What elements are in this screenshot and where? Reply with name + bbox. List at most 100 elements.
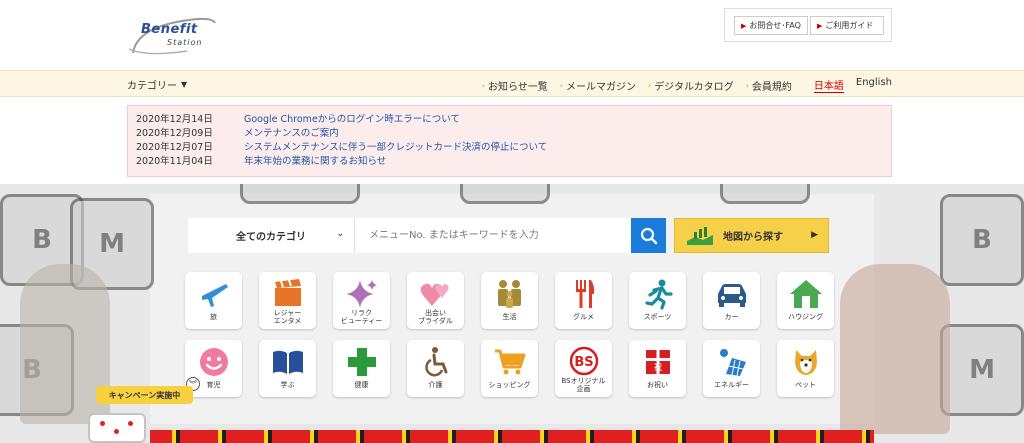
guide-label: ご利用ガイド [825, 21, 874, 30]
triangle-right-icon: ▶ [741, 21, 747, 30]
news-date: 2020年12月09日 [136, 128, 213, 139]
category-menu-toggle[interactable]: カテゴリー ▼ [127, 77, 187, 92]
category-tile-gourmet[interactable]: グルメ [555, 272, 612, 329]
house-icon [789, 280, 822, 308]
category-tile-health[interactable]: 健康 [333, 340, 390, 397]
category-tile-bs-original[interactable]: BS BSオリジナル 企画 [555, 340, 612, 397]
category-label: BSオリジナル 企画 [561, 377, 606, 393]
category-tile-pet[interactable]: ペット [777, 340, 834, 397]
news-date: 2020年11月04日 [136, 156, 213, 167]
faq-button[interactable]: ▶ お問合せ･FAQ [734, 16, 808, 35]
logo-text-station: Station [167, 38, 203, 47]
category-tile-relax-beauty[interactable]: リラク ビューティー [333, 272, 390, 329]
guide-button[interactable]: ▶ ご利用ガイド [810, 16, 884, 35]
news-title-link[interactable]: システムメンテナンスに伴う一部クレジットカード決済の停止について [244, 141, 547, 155]
book-icon [272, 350, 303, 374]
nav-link-catalog[interactable]: › デジタルカタログ [648, 77, 734, 93]
dice-graphic [88, 413, 146, 443]
campaign-label: キャンペーン実施中 [108, 390, 181, 400]
news-title-link[interactable]: メンテナンスのご案内 [244, 127, 339, 141]
smiley-icon [199, 348, 228, 376]
news-title-link[interactable]: Google Chromeからのログイン時エラーについて [244, 113, 460, 127]
dice-dot [128, 421, 133, 426]
category-label: 生活 [502, 313, 517, 321]
category-tile-leisure[interactable]: レジャー エンタメ [259, 272, 316, 329]
category-label: 出会い ブライダル [418, 309, 453, 325]
category-label: 介護 [428, 381, 443, 389]
category-tile-life[interactable]: 生活 [481, 272, 538, 329]
nav-link-label: お知らせ一覧 [487, 81, 548, 93]
dice-dot [100, 421, 105, 426]
lang-japanese-link[interactable]: 日本語 [813, 77, 844, 93]
category-tile-bridal[interactable]: 出会い ブライダル [407, 272, 464, 329]
solar-panel-icon [719, 349, 746, 376]
category-tile-housing[interactable]: ハウジング [777, 272, 834, 329]
nav-links: › お知らせ一覧 › メールマガジン › デジタルカタログ › 会員規約 日本語… [482, 77, 892, 93]
campaign-tab[interactable]: キャンペーン実施中 [96, 386, 193, 404]
search-button[interactable] [631, 218, 666, 253]
chevron-right-icon: › [745, 80, 749, 90]
wheelchair-icon [424, 347, 447, 377]
category-label: ハウジング [788, 313, 823, 321]
search-input[interactable] [355, 218, 631, 253]
search-bar: 全てのカテゴリ ⌄ [188, 218, 666, 253]
bom-logo-graphic: B [940, 194, 1024, 286]
cross-icon [347, 348, 376, 376]
news-item: 2020年12月14日 Google Chromeからのログイン時エラーについて [136, 113, 883, 127]
news-title-link[interactable]: 年末年始の業務に関するお知らせ [244, 155, 386, 169]
category-label: カー [724, 313, 739, 321]
clapperboard-icon [274, 279, 301, 306]
runner-icon [644, 279, 673, 310]
svg-text:祝: 祝 [654, 362, 662, 372]
nav-bar: カテゴリー ▼ › お知らせ一覧 › メールマガジン › デジタルカタログ › … [0, 70, 1024, 97]
chevron-right-icon: › [481, 80, 485, 90]
nav-link-news[interactable]: › お知らせ一覧 [482, 77, 548, 93]
search-category-select[interactable]: 全てのカテゴリ ⌄ [188, 218, 355, 253]
benefit-station-logo[interactable]: Benefit Station [127, 13, 217, 58]
search-icon [640, 227, 657, 244]
caret-down-icon: ▼ [181, 80, 188, 89]
category-tile-sports[interactable]: スポーツ [629, 272, 686, 329]
category-label: 旅 [210, 313, 217, 321]
nav-link-label: 会員規約 [751, 81, 792, 93]
news-box: 2020年12月14日 Google Chromeからのログイン時エラーについて… [127, 105, 892, 177]
map-button-label: 地図から探す [723, 232, 783, 243]
category-tile-care[interactable]: 介護 [407, 340, 464, 397]
category-label: リラク ビューティー [340, 309, 383, 325]
category-tile-travel[interactable]: 旅 [185, 272, 242, 329]
category-label: エネルギー [714, 381, 749, 389]
bom-logo-graphic [240, 184, 360, 204]
category-label: 健康 [354, 381, 369, 389]
category-tile-learn[interactable]: 学ぶ [259, 340, 316, 397]
dog-icon [794, 350, 817, 375]
airplane-icon [201, 284, 228, 307]
bs-icon: BS [569, 346, 598, 376]
category-tile-celebration[interactable]: 祝 お祝い [629, 340, 686, 397]
bom-logo-graphic [720, 184, 810, 204]
news-item: 2020年12月09日 メンテナンスのご案内 [136, 127, 883, 141]
search-category-value: 全てのカテゴリ [236, 232, 306, 243]
map-search-button[interactable]: 地図から探す ▶ [674, 218, 829, 253]
campaign-banner[interactable] [150, 430, 874, 443]
category-tile-car[interactable]: カー [703, 272, 760, 329]
car-icon [717, 284, 746, 307]
gift-icon: 祝 [645, 350, 670, 374]
banner-graphic [150, 430, 874, 443]
site-header: Benefit Station ▶ お問合せ･FAQ ▶ ご利用ガイド [0, 0, 1024, 70]
nav-link-terms[interactable]: › 会員規約 [746, 77, 792, 93]
category-label: レジャー エンタメ [273, 309, 302, 325]
map-icon [687, 226, 713, 245]
nav-link-mailmag[interactable]: › メールマガジン [560, 77, 636, 93]
category-label: スポーツ [643, 313, 672, 321]
news-item: 2020年11月04日 年末年始の業務に関するお知らせ [136, 155, 883, 169]
category-tile-shopping[interactable]: ショッピング [481, 340, 538, 397]
faq-label: お問合せ･FAQ [749, 21, 801, 30]
category-label: ペット [795, 381, 816, 389]
fork-knife-icon [575, 280, 594, 308]
news-date: 2020年12月07日 [136, 142, 213, 153]
help-links-box: ▶ お問合せ･FAQ ▶ ご利用ガイド [724, 8, 892, 42]
hero-person-graphic [840, 264, 950, 434]
news-date: 2020年12月14日 [136, 114, 213, 125]
category-tile-energy[interactable]: エネルギー [703, 340, 760, 397]
lang-english-link[interactable]: English [856, 77, 892, 93]
